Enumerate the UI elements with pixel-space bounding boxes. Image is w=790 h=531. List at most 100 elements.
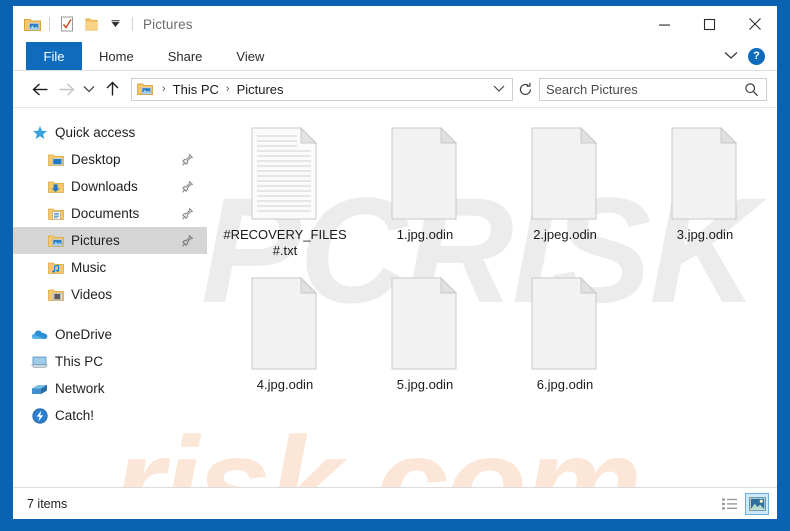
file-name: 2.jpeg.odin [533,227,597,242]
up-button[interactable] [99,76,125,102]
customize-qat-chevron-icon[interactable] [104,13,126,35]
address-bar: › This PC › Pictures [13,71,777,108]
pictures-folder-icon[interactable] [21,13,43,35]
new-folder-icon[interactable] [80,13,102,35]
sidebar-item-music[interactable]: Music [13,254,207,281]
sidebar-item-desktop[interactable]: Desktop [13,146,207,173]
sidebar-label-desktop: Desktop [71,152,121,167]
screen: Pictures File Home Share View ? › This P… [0,0,790,531]
caption-buttons [642,6,777,42]
sidebar-label-catch: Catch! [55,408,95,423]
sidebar-label-this-pc: This PC [55,354,104,369]
window-title: Pictures [143,16,193,32]
forward-button[interactable] [53,76,79,102]
sidebar-item-onedrive[interactable]: OneDrive [13,321,207,348]
breadcrumb-pictures[interactable]: Pictures [235,82,286,97]
pin-icon[interactable] [182,180,193,193]
ribbon-tab-bar: File Home Share View ? [13,42,777,71]
text-document-icon [246,126,324,222]
back-button[interactable] [27,76,53,102]
network-icon [31,380,48,397]
file-name: 5.jpg.odin [396,377,454,392]
sidebar-item-pictures[interactable]: Pictures [13,227,207,254]
tab-home[interactable]: Home [82,42,151,70]
music-folder-icon [47,259,64,276]
sidebar-label-downloads: Downloads [71,179,138,194]
file-item[interactable]: 6.jpg.odin [495,270,635,420]
search-icon[interactable] [744,82,766,97]
pin-icon[interactable] [182,234,193,247]
catch-app-icon [31,407,48,424]
sidebar-item-downloads[interactable]: Downloads [13,173,207,200]
file-name: 6.jpg.odin [536,377,594,392]
breadcrumb-separator-0: › [162,83,166,95]
pin-icon[interactable] [182,207,193,220]
sidebar-label-network: Network [55,381,105,396]
sidebar-item-network[interactable]: Network [13,375,207,402]
search-box[interactable] [539,77,767,101]
blank-document-icon [526,126,604,222]
sidebar-item-catch[interactable]: Catch! [13,402,207,429]
file-name: 1.jpg.odin [396,227,454,242]
sidebar-item-videos[interactable]: Videos [13,281,207,308]
properties-icon[interactable] [56,13,78,35]
breadcrumb-dropdown-icon[interactable] [486,85,512,93]
sidebar-label-music: Music [71,260,107,275]
sidebar-item-documents[interactable]: Documents [13,200,207,227]
blank-document-icon [526,276,604,372]
file-item[interactable]: 3.jpg.odin [635,120,775,270]
maximize-button[interactable] [687,6,732,42]
title-bar: Pictures [13,6,777,42]
blank-document-icon [386,126,464,222]
file-explorer-window: Pictures File Home Share View ? › This P… [13,6,777,519]
blank-document-icon [246,276,324,372]
breadcrumb-this-pc[interactable]: This PC [171,82,221,97]
file-item[interactable]: #RECOVERY_FILES#.txt [215,120,355,270]
search-input[interactable] [540,81,744,97]
file-name: #RECOVERY_FILES#.txt [223,227,347,258]
breadcrumb-bar[interactable]: › This PC › Pictures [131,77,513,101]
blank-document-icon [386,276,464,372]
recent-locations-chevron-icon[interactable] [79,76,99,102]
sidebar-label-videos: Videos [71,287,113,302]
sidebar-label-documents: Documents [71,206,140,221]
blank-document-icon [666,126,744,222]
sidebar-label-onedrive: OneDrive [55,327,113,342]
minimize-button[interactable] [642,6,687,42]
breadcrumb-separator-1: › [225,83,230,95]
file-grid: #RECOVERY_FILES#.txt 1.jpg.odin 2.jpeg.o… [207,108,777,420]
large-icons-view-button[interactable] [745,492,769,515]
pictures-folder-icon [47,232,64,249]
file-item[interactable]: 5.jpg.odin [355,270,495,420]
tab-view[interactable]: View [219,42,281,70]
sidebar-label-quick-access: Quick access [55,125,136,140]
item-count-label: 7 items [27,496,68,511]
file-item[interactable]: 1.jpg.odin [355,120,495,270]
navigation-pane: Quick access Desktop Downloads Documents… [13,108,207,487]
star-icon [31,124,48,141]
close-button[interactable] [732,6,777,42]
tab-share[interactable]: Share [151,42,220,70]
file-item[interactable]: 4.jpg.odin [215,270,355,420]
documents-folder-icon [47,205,64,222]
help-button[interactable]: ? [748,47,765,65]
qat-separator-1 [49,17,50,31]
sidebar-gap-1 [13,308,207,321]
this-pc-icon [31,353,48,370]
file-item[interactable]: 2.jpeg.odin [495,120,635,270]
tab-file[interactable]: File [26,42,82,70]
explorer-body: PCRISK risk.com Quick access Desktop Dow… [13,108,777,487]
view-buttons [717,492,769,515]
refresh-button[interactable] [513,78,537,101]
expand-ribbon-chevron-icon[interactable] [724,47,738,65]
videos-folder-icon [47,286,64,303]
file-list-pane[interactable]: #RECOVERY_FILES#.txt 1.jpg.odin 2.jpeg.o… [207,108,777,487]
status-bar: 7 items [13,487,777,519]
details-view-button[interactable] [717,493,741,515]
onedrive-cloud-icon [31,326,48,343]
sidebar-label-pictures: Pictures [71,233,120,248]
pin-icon[interactable] [182,153,193,166]
downloads-folder-icon [47,178,64,195]
sidebar-item-this-pc[interactable]: This PC [13,348,207,375]
sidebar-item-quick-access[interactable]: Quick access [13,119,207,146]
